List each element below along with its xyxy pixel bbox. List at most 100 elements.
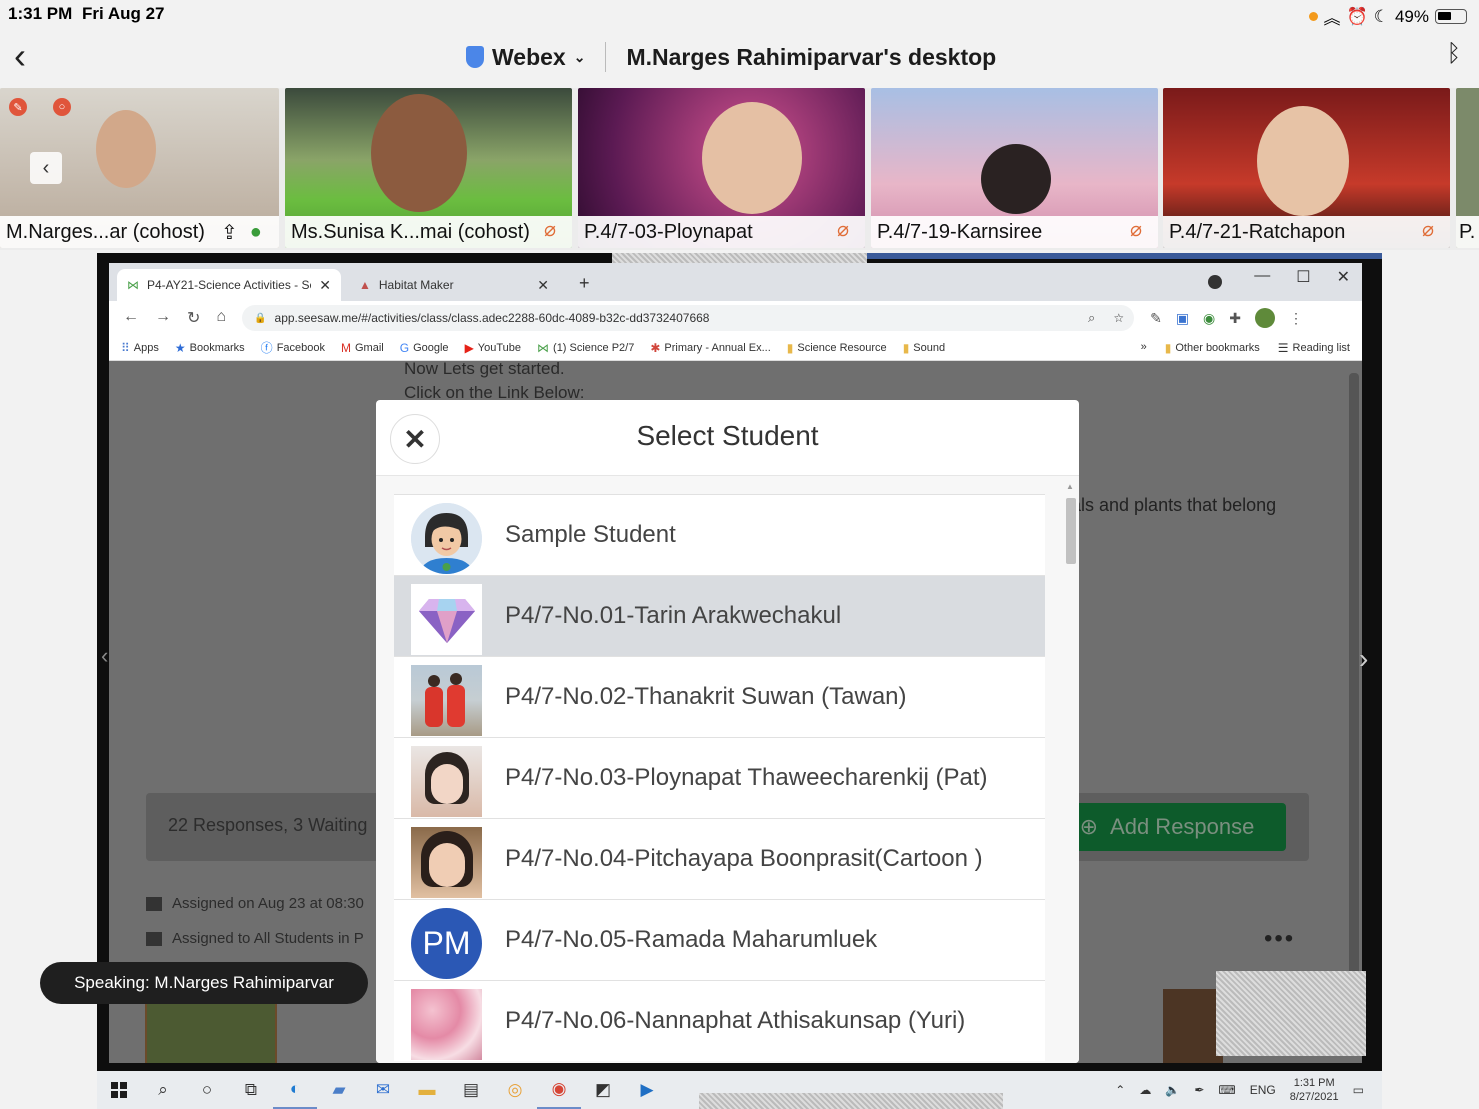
language-indicator[interactable]: ENG <box>1250 1083 1276 1097</box>
participant-tile[interactable]: P.4/7-03-Ploynapat ⌀ <box>578 88 865 248</box>
zoom-icon[interactable]: ⌕ <box>1088 310 1095 326</box>
mail-icon[interactable]: ✉ <box>361 1071 405 1109</box>
status-date: Fri Aug 27 <box>82 4 165 23</box>
task-view-icon[interactable]: ⧉ <box>229 1071 273 1109</box>
puzzle-icon[interactable]: ✚ <box>1229 310 1241 327</box>
kebab-menu-icon[interactable]: ⋮ <box>1289 310 1303 327</box>
browser-toolbar: ← → ↻ ⌂ 🔒 app.seesaw.me/#/activities/cla… <box>109 301 1362 335</box>
chrome-icon[interactable]: ◉ <box>537 1071 581 1109</box>
page-scrollbar[interactable] <box>1346 361 1362 1063</box>
edge-icon[interactable]: ◐ <box>273 1071 317 1109</box>
reading-list[interactable]: ☰ Reading list <box>1278 341 1350 355</box>
chrome-canary-icon[interactable]: ◎ <box>493 1071 537 1109</box>
star-icon[interactable]: ☆ <box>1113 311 1124 325</box>
more-options-icon[interactable]: ••• <box>1264 925 1295 953</box>
participant-tile[interactable]: P.4/7-19-Karnsiree ⌀ <box>871 88 1158 248</box>
close-tab-icon[interactable]: ✕ <box>319 277 331 294</box>
windows-icon <box>111 1082 127 1098</box>
student-avatar <box>411 989 482 1060</box>
close-window-button[interactable]: ✕ <box>1337 267 1350 287</box>
chevron-down-icon[interactable]: ⌄ <box>574 49 586 66</box>
participant-tile[interactable]: P.4/7-21-Ratchapon ⌀ <box>1163 88 1450 248</box>
forward-arrow-icon[interactable]: → <box>155 308 171 328</box>
bookmark-apps[interactable]: ⠿ Apps <box>121 341 159 355</box>
bookmark-sound[interactable]: ▮ Sound <box>903 341 945 355</box>
prev-arrow-icon[interactable]: ‹ <box>101 643 108 669</box>
file-explorer-icon[interactable]: ▬ <box>405 1071 449 1109</box>
taskbar-clock[interactable]: 1:31 PM 8/27/2021 <box>1290 1076 1339 1104</box>
notifications-icon[interactable]: ▭ <box>1353 1083 1364 1097</box>
onedrive-icon[interactable]: ☁ <box>1139 1083 1151 1097</box>
bookmark-gmail[interactable]: M Gmail <box>341 341 384 355</box>
reload-icon[interactable]: ↻ <box>187 308 200 328</box>
bookmark-bookmarks[interactable]: ★ Bookmarks <box>175 341 245 355</box>
webex-app-menu[interactable]: Webex <box>492 44 566 71</box>
profile-avatar[interactable] <box>1255 308 1275 328</box>
tab-habitat-maker[interactable]: ▲ Habitat Maker ✕ <box>349 269 559 301</box>
add-response-button[interactable]: ⊕ Add Response <box>1048 803 1286 851</box>
keyboard-icon[interactable]: ⌨ <box>1218 1083 1235 1097</box>
student-row[interactable]: P4/7-No.02-Thanakrit Suwan (Tawan) <box>394 656 1045 737</box>
extension-badge-icon[interactable]: ▣ <box>1176 310 1189 327</box>
bookmarks-overflow[interactable]: » <box>1141 341 1147 355</box>
calendar-icon <box>146 896 162 911</box>
back-icon[interactable]: ‹ <box>14 38 26 74</box>
webex-icon[interactable]: ◩ <box>581 1071 625 1109</box>
student-row[interactable]: P4/7-No.04-Pitchayapa Boonprasit(Cartoon… <box>394 818 1045 899</box>
app-icon[interactable]: ▰ <box>317 1071 361 1109</box>
status-time: 1:31 PM <box>8 4 73 23</box>
instruction-text: als and plants that belong <box>1071 495 1277 515</box>
back-arrow-icon[interactable]: ← <box>123 308 139 328</box>
student-row[interactable]: PM P4/7-No.05-Ramada Maharumluek <box>394 899 1045 980</box>
student-name: P4/7-No.03-Ploynapat Thaweecharenkij (Pa… <box>505 764 988 791</box>
folder-icon: ▮ <box>786 340 794 355</box>
start-button[interactable] <box>97 1071 141 1109</box>
plus-circle-icon: ⊕ <box>1079 814 1099 839</box>
ios-status-bar: 1:31 PM Fri Aug 27 ︽ ⏰ ☾ 49% <box>0 0 1479 28</box>
pen-icon[interactable]: ✒ <box>1194 1083 1204 1097</box>
bookmarks-bar: ⠿ Apps ★ Bookmarks ⓕ Facebook M Gmail G Googl… <box>109 335 1362 361</box>
chevron-up-icon[interactable]: ⌃ <box>1115 1083 1125 1097</box>
eyedropper-icon[interactable]: ✎ <box>1150 310 1162 327</box>
cortana-icon[interactable]: ○ <box>185 1071 229 1109</box>
address-bar[interactable]: 🔒 app.seesaw.me/#/activities/class/class… <box>242 305 1135 331</box>
responses-count: 22 Responses, 3 Waiting <box>168 815 368 835</box>
redacted-area <box>1216 971 1366 1056</box>
scroll-up-icon[interactable]: ▲ <box>1066 482 1074 491</box>
maximize-button[interactable]: ☐ <box>1296 267 1310 287</box>
bluetooth-icon[interactable]: ᛒ <box>1447 40 1461 68</box>
student-row[interactable]: P4/7-No.03-Ploynapat Thaweecharenkij (Pa… <box>394 737 1045 818</box>
store-icon[interactable]: ▤ <box>449 1071 493 1109</box>
bookmark-science-resource[interactable]: ▮ Science Resource <box>787 341 887 355</box>
select-student-modal: ✕ Select Student Sample Student P4/7-No.… <box>376 400 1079 1063</box>
bookmark-google[interactable]: G Google <box>400 341 449 355</box>
student-row[interactable]: P4/7-No.06-Nannaphat Athisakunsap (Yuri) <box>394 980 1045 1061</box>
home-icon[interactable]: ⌂ <box>216 308 226 328</box>
mute-indicator-icon: ✎ <box>9 98 27 116</box>
close-tab-icon[interactable]: ✕ <box>537 277 549 294</box>
participant-tile[interactable]: ✎ ○ ‹ M.Narges...ar (cohost) ⇪ ● <box>0 88 279 248</box>
tab-seesaw[interactable]: ⋈ P4-AY21-Science Activities - Sees ✕ <box>117 269 341 301</box>
minimize-button[interactable]: — <box>1254 267 1270 287</box>
strip-prev-button[interactable]: ‹ <box>30 152 62 184</box>
bookmark-primary[interactable]: ✱ Primary - Annual Ex... <box>650 341 770 355</box>
volume-icon[interactable]: 🔈 <box>1165 1083 1180 1097</box>
bookmark-youtube[interactable]: ▶ YouTube <box>465 341 521 355</box>
participant-tile[interactable]: Ms.Sunisa K...mai (cohost) ⌀ <box>285 88 572 248</box>
whiteboard-icon[interactable]: ▶ <box>625 1071 669 1109</box>
other-bookmarks[interactable]: ▮ Other bookmarks <box>1165 341 1260 355</box>
bookmark-facebook[interactable]: ⓕ Facebook <box>261 339 325 356</box>
globe-icon[interactable]: ◉ <box>1203 310 1215 327</box>
response-thumbnail[interactable] <box>1163 989 1223 1063</box>
bookmark-science[interactable]: ⋈ (1) Science P2/7 <box>537 341 634 355</box>
mic-in-use-indicator <box>1308 12 1318 21</box>
student-avatar <box>411 584 482 655</box>
list-scrollbar[interactable]: ▲ <box>1065 482 1076 1057</box>
student-row[interactable]: P4/7-No.01-Tarin Arakwechakul <box>394 575 1045 656</box>
participant-tile[interactable]: P. <box>1456 88 1479 248</box>
profile-menu-icon[interactable] <box>1208 275 1222 289</box>
search-icon[interactable]: ⌕ <box>141 1071 185 1109</box>
student-row[interactable]: Sample Student <box>394 494 1045 575</box>
new-tab-button[interactable]: + <box>579 273 590 294</box>
next-arrow-icon[interactable]: › <box>1359 643 1368 675</box>
